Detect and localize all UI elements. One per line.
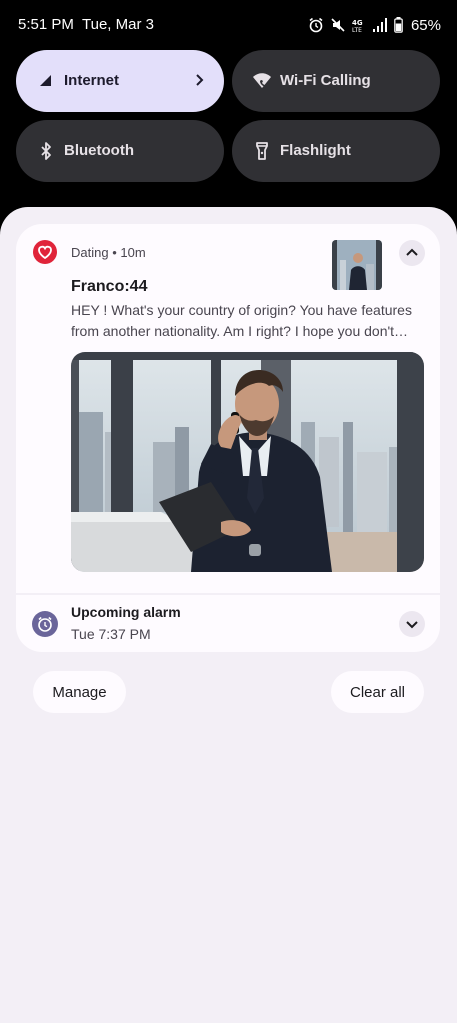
qs-tile-label: Wi-Fi Calling: [280, 72, 371, 89]
chevron-right-icon: [194, 72, 206, 92]
wifi-calling-icon: [252, 71, 272, 91]
chevron-down-icon: [406, 621, 418, 629]
notification-app-meta: Dating • 10m: [71, 245, 146, 260]
battery-level: 65%: [410, 16, 441, 34]
status-date: Tue, Mar 3: [82, 16, 154, 33]
qs-tile-label: Flashlight: [280, 142, 351, 159]
qs-tile-flashlight[interactable]: Flashlight: [232, 120, 440, 182]
signal-icon: [372, 17, 388, 33]
manage-button[interactable]: Manage: [33, 671, 126, 713]
svg-text:4G: 4G: [352, 19, 363, 27]
mute-icon: [330, 17, 346, 33]
lte-icon: 4G LTE: [352, 17, 366, 33]
notification-group: Dating • 10m Franco:44 HEY ! What's your…: [16, 224, 440, 652]
status-bar: 5:51 PM Tue, Mar 3 4G LTE 65%: [0, 0, 457, 48]
status-time: 5:51 PM: [18, 16, 74, 33]
svg-text:LTE: LTE: [352, 27, 362, 33]
clear-all-button[interactable]: Clear all: [331, 671, 424, 713]
alarm-time: Tue 7:37 PM: [71, 626, 151, 642]
dating-notification[interactable]: Dating • 10m Franco:44 HEY ! What's your…: [16, 224, 440, 593]
notification-title: Franco:44: [71, 278, 148, 295]
heart-icon: [33, 240, 57, 264]
qs-tile-bluetooth[interactable]: Bluetooth: [16, 120, 224, 182]
collapse-button[interactable]: [399, 240, 425, 266]
qs-tile-internet[interactable]: Internet: [16, 50, 224, 112]
notification-thumbnail: [332, 240, 382, 290]
battery-icon: [394, 17, 403, 33]
alarm-clock-icon: [32, 611, 58, 637]
bluetooth-icon: [36, 141, 56, 161]
notification-body: HEY ! What's your country of origin? You…: [71, 302, 412, 339]
status-icons: 4G LTE 65%: [308, 14, 441, 36]
expand-button[interactable]: [399, 611, 425, 637]
notification-big-picture: [71, 352, 424, 572]
chevron-up-icon: [406, 248, 418, 256]
signal-icon: [36, 71, 56, 91]
alarm-title: Upcoming alarm: [71, 604, 181, 620]
qs-tile-label: Bluetooth: [64, 142, 134, 159]
qs-tile-label: Internet: [64, 72, 120, 89]
qs-tile-wifi-calling[interactable]: Wi-Fi Calling: [232, 50, 440, 112]
alarm-icon: [308, 17, 324, 33]
flashlight-icon: [252, 141, 272, 161]
